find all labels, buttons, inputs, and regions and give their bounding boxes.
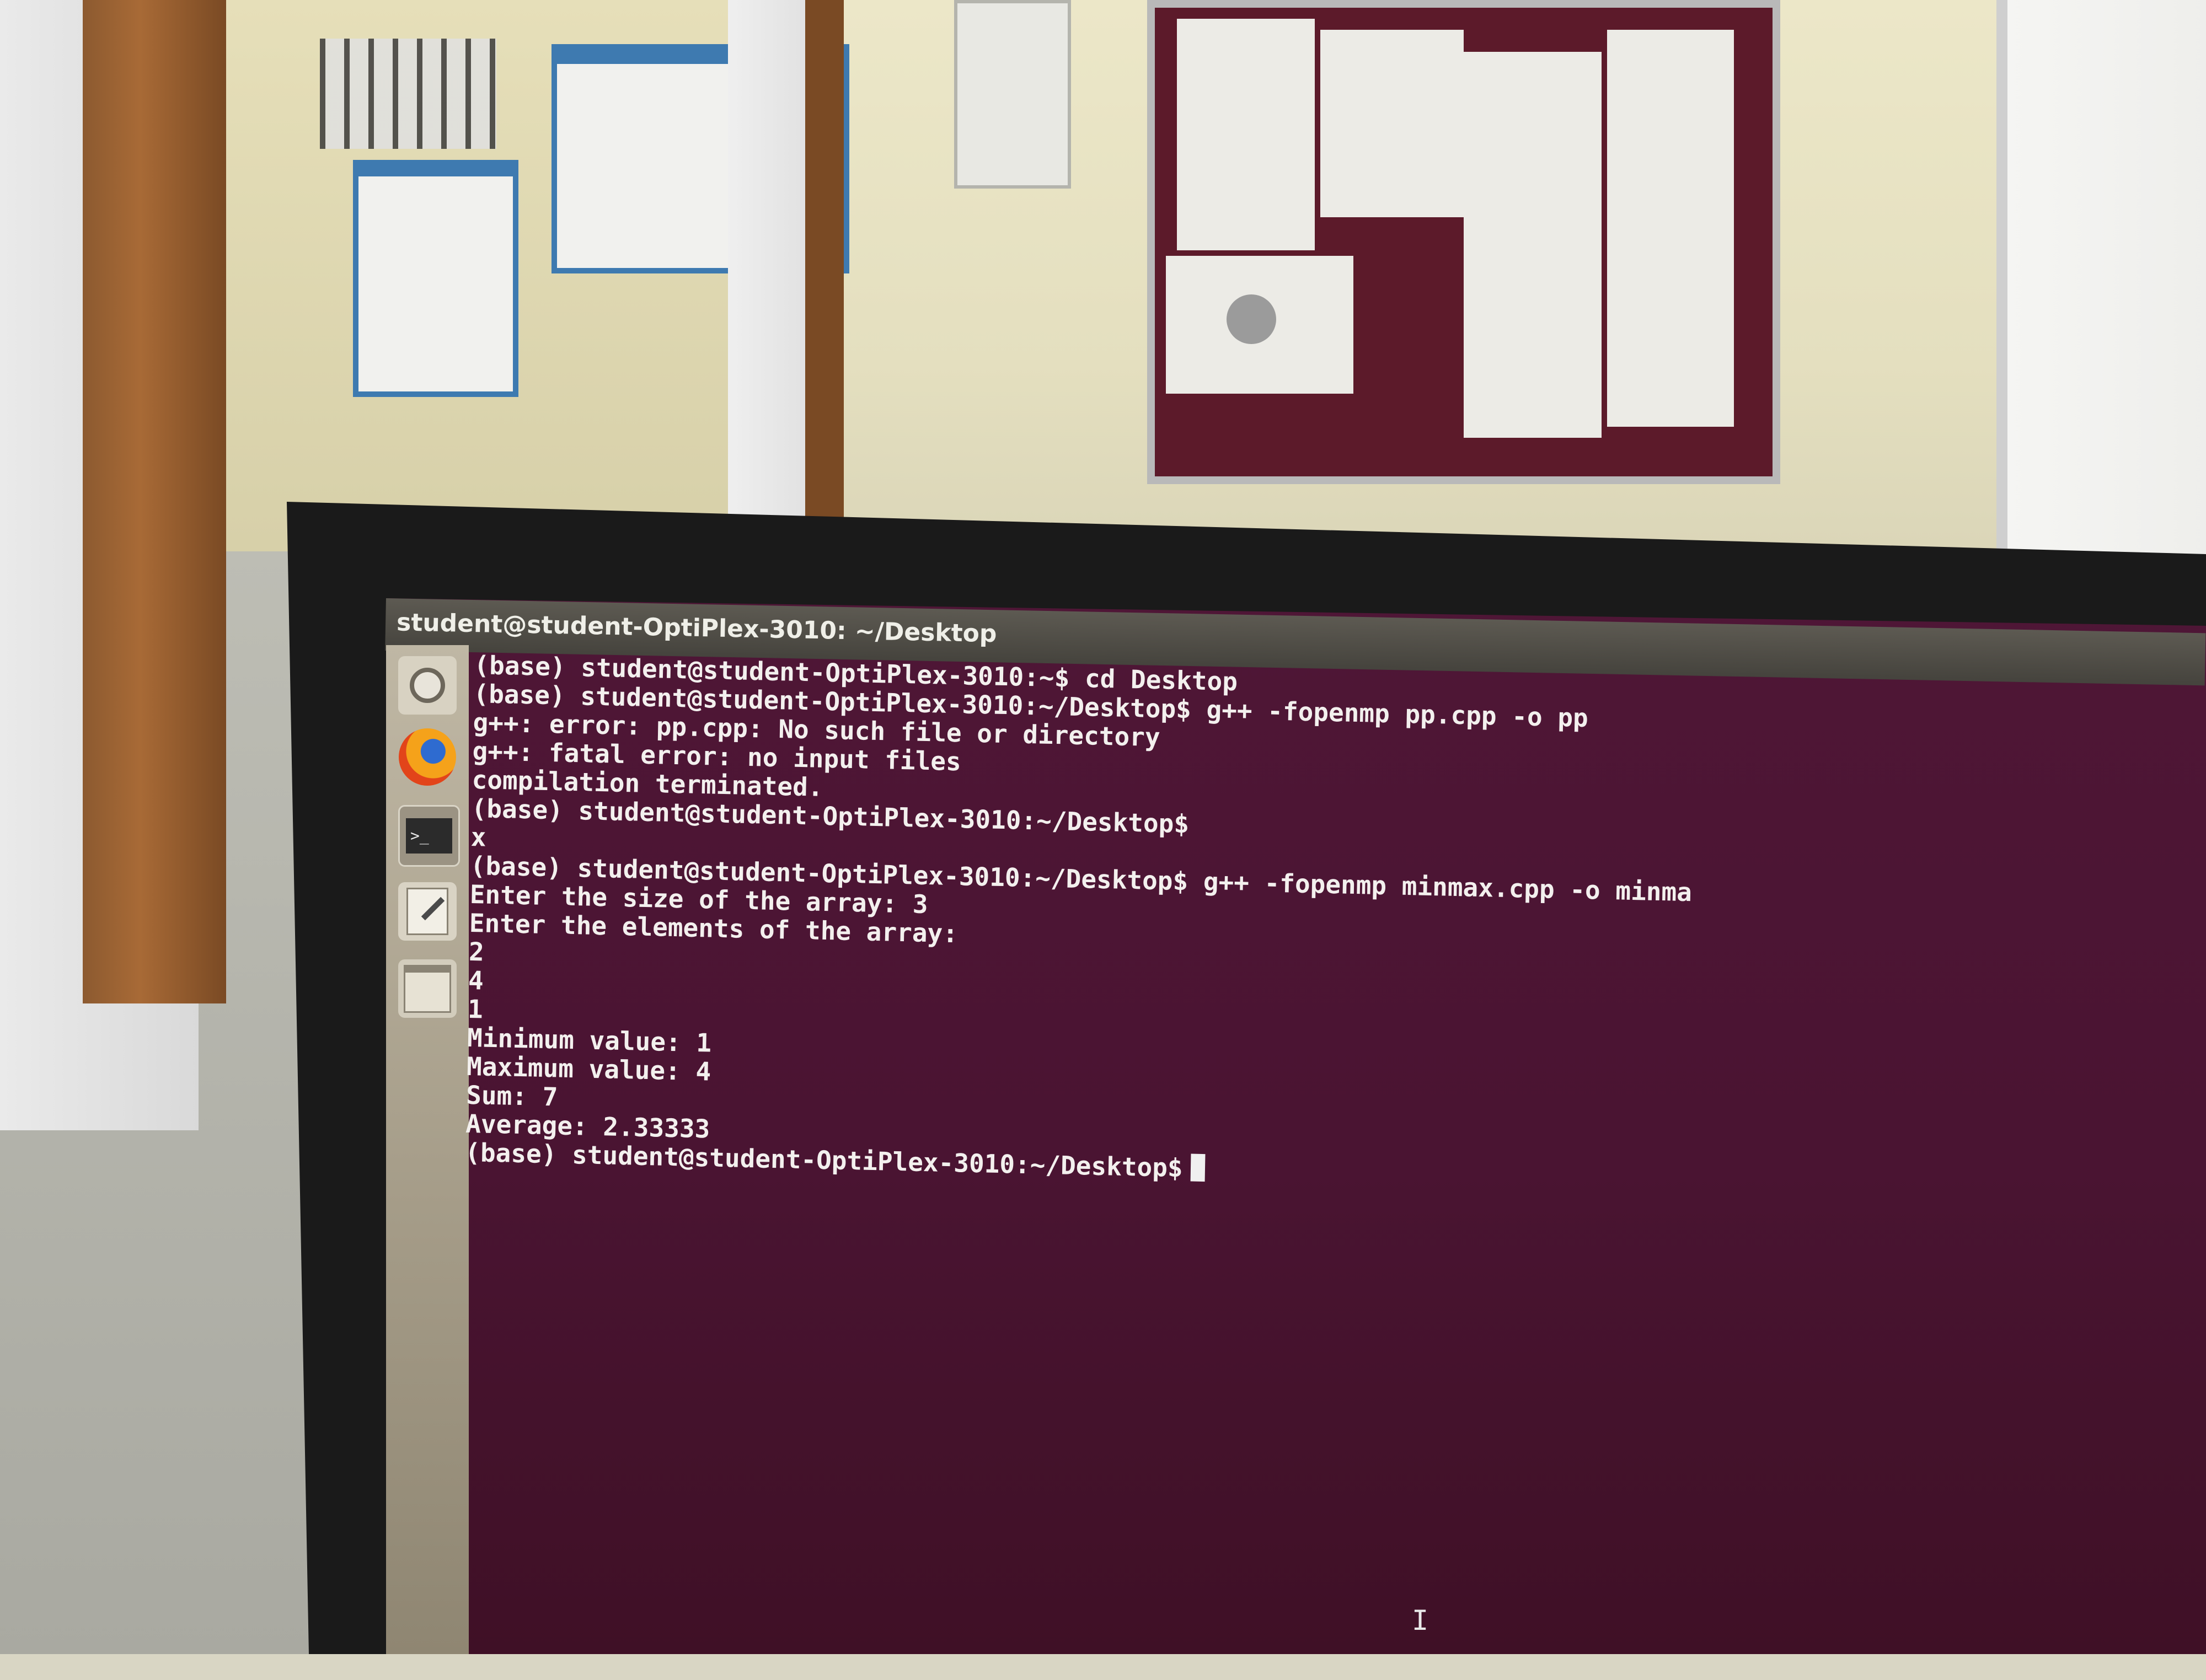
text-editor-icon [406,888,448,935]
launcher-text-editor-button[interactable] [398,882,457,941]
door-frame [83,0,226,1003]
notice-sheet [1166,256,1353,394]
corridor-window [320,39,496,149]
door-edge [805,0,844,518]
corridor [165,0,849,579]
firefox-icon [399,728,456,786]
text-cursor [1190,1153,1206,1182]
window-title: student@student-OptiPlex-3010: ~/Desktop [396,608,997,648]
launcher-dash-button[interactable] [398,656,457,715]
file-cabinet-icon [404,964,451,1013]
terminal-output[interactable]: (base) student@student-OptiPlex-3010:~$ … [456,650,2183,1680]
notice-sheet [1177,19,1315,250]
mouse-ibeam-cursor-icon: I [1412,1604,1429,1636]
launcher-terminal-button[interactable]: >_ [398,805,460,867]
switch-board [954,0,1071,189]
terminal-lines: (base) student@student-OptiPlex-3010:~$ … [465,650,2183,1204]
launcher-files-button[interactable] [398,959,457,1018]
whiteboard [1996,0,2206,595]
wall-poster [353,160,518,397]
terminal-icon: >_ [406,818,452,854]
notice-sheet [1464,52,1602,438]
ubuntu-dash-icon [410,668,445,703]
unity-launcher: >_ [386,645,469,1654]
launcher-firefox-button[interactable] [398,728,457,786]
notice-board [1147,0,1780,484]
notice-sheet [1320,30,1464,217]
notice-sheet [1607,30,1734,427]
